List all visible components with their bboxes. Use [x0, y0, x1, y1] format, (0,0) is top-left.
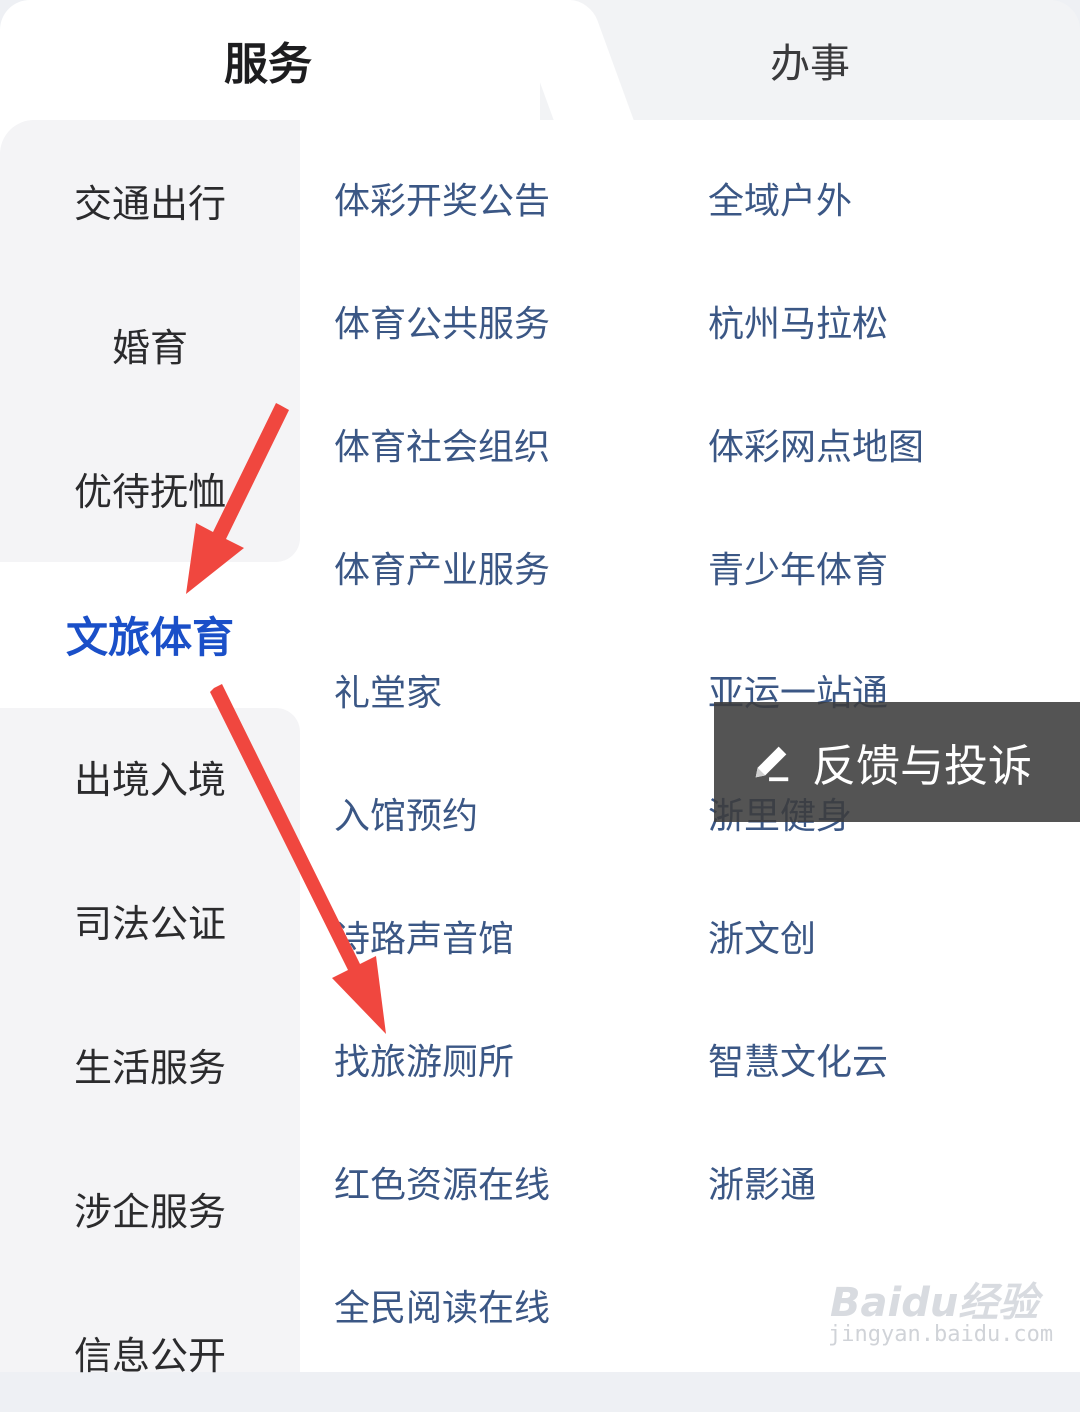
sidebar-item-marriage[interactable]: 婚育: [0, 284, 300, 404]
sidebar-item-life[interactable]: 生活服务: [0, 1004, 300, 1124]
sidebar-item-enterprise[interactable]: 涉企服务: [0, 1148, 300, 1268]
feedback-button[interactable]: 反馈与投诉: [714, 702, 1080, 822]
service-tile[interactable]: 体彩开奖公告: [334, 172, 550, 224]
tab-banshi-label: 办事: [770, 41, 850, 87]
service-tile[interactable]: 浙文创: [708, 910, 816, 962]
watermark-url: jingyan.baidu.com: [828, 1322, 1054, 1347]
pencil-icon: [755, 746, 789, 782]
tab-fuwu[interactable]: 服务: [0, 0, 540, 120]
service-tile[interactable]: 浙影通: [708, 1156, 816, 1208]
service-tile[interactable]: 体育公共服务: [334, 295, 550, 347]
service-tile[interactable]: 体彩网点地图: [708, 418, 924, 470]
service-tile[interactable]: 智慧文化云: [708, 1033, 888, 1085]
sidebar-item-preferential[interactable]: 优待抚恤: [0, 428, 300, 548]
watermark-logo: Baidu经验: [830, 1280, 1039, 1326]
service-tile[interactable]: 红色资源在线: [334, 1156, 550, 1208]
tab-fuwu-label: 服务: [224, 39, 312, 90]
sidebar-item-info-public[interactable]: 信息公开: [0, 1292, 300, 1412]
sidebar-item-traffic[interactable]: 交通出行: [0, 140, 300, 260]
service-tile[interactable]: 杭州马拉松: [708, 295, 888, 347]
top-tab-bar: 办事 服务: [0, 0, 1080, 120]
service-tile[interactable]: 全域户外: [708, 172, 852, 224]
sidebar-item-border[interactable]: 出境入境: [0, 716, 300, 836]
baidu-watermark: Baidu经验 jingyan.baidu.com: [826, 1270, 1066, 1360]
sidebar-item-justice[interactable]: 司法公证: [0, 860, 300, 980]
service-tile[interactable]: 找旅游厕所: [334, 1033, 514, 1085]
service-tile[interactable]: 体育产业服务: [334, 541, 550, 593]
service-tile[interactable]: 全民阅读在线: [334, 1279, 550, 1331]
service-tile[interactable]: 诗路声音馆: [334, 910, 514, 962]
service-tile[interactable]: 入馆预约: [334, 787, 478, 839]
sidebar-item-culture-sports[interactable]: 文旅体育: [0, 574, 300, 694]
feedback-label: 反馈与投诉: [812, 741, 1032, 792]
category-sidebar: 交通出行 婚育 优待抚恤 文旅体育 出境入境 司法公证 生活服务 涉企服务 信息…: [0, 120, 300, 1378]
service-tile[interactable]: 礼堂家: [334, 664, 442, 716]
service-tile[interactable]: 青少年体育: [708, 541, 888, 593]
service-tile[interactable]: 体育社会组织: [334, 418, 550, 470]
